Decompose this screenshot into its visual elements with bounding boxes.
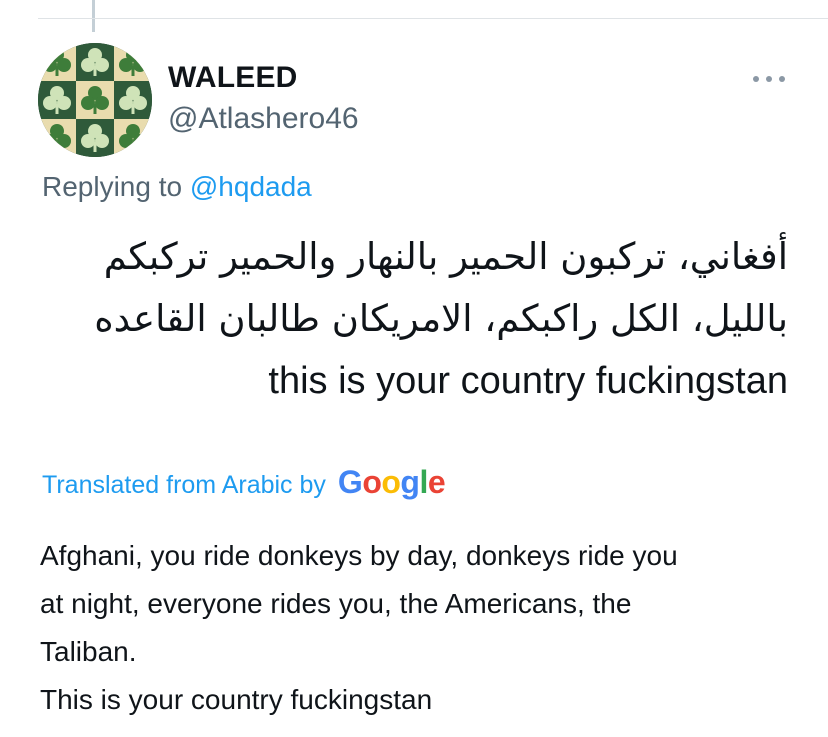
tweet-text-arabic: أفغاني، تركبون الحمير بالنهار والحمير تر… bbox=[94, 235, 788, 340]
google-logo-letter: o bbox=[362, 464, 382, 500]
shamrock-pattern-icon bbox=[38, 43, 152, 157]
more-options-button[interactable] bbox=[748, 64, 790, 94]
google-logo-letter: G bbox=[337, 464, 363, 500]
mention-link[interactable]: @hqdada bbox=[190, 171, 312, 202]
tweet-detail: WALEED @Atlashero46 Replying to @hqdada … bbox=[0, 0, 828, 737]
replying-to-label: Replying to bbox=[42, 171, 183, 202]
translation-attribution[interactable]: Translated from Arabic by Google bbox=[42, 464, 446, 501]
google-logo-letter: o bbox=[381, 464, 401, 500]
more-dots-icon bbox=[753, 76, 785, 82]
translated-from-label[interactable]: Translated from Arabic by bbox=[42, 471, 326, 500]
tweet-text-english: this is your country fuckingstan bbox=[268, 360, 788, 402]
translated-text: Afghani, you ride donkeys by day, donkey… bbox=[40, 540, 678, 715]
replying-to: Replying to @hqdada bbox=[42, 171, 312, 203]
google-logo-letter: l bbox=[419, 464, 428, 500]
display-name[interactable]: WALEED bbox=[168, 61, 298, 95]
google-logo: Google bbox=[337, 464, 446, 501]
divider bbox=[38, 18, 828, 19]
google-logo-letter: g bbox=[400, 464, 420, 500]
thread-connector-line bbox=[92, 0, 95, 32]
avatar[interactable] bbox=[38, 43, 152, 157]
google-logo-letter: e bbox=[427, 464, 446, 500]
user-handle[interactable]: @Atlashero46 bbox=[168, 102, 359, 136]
